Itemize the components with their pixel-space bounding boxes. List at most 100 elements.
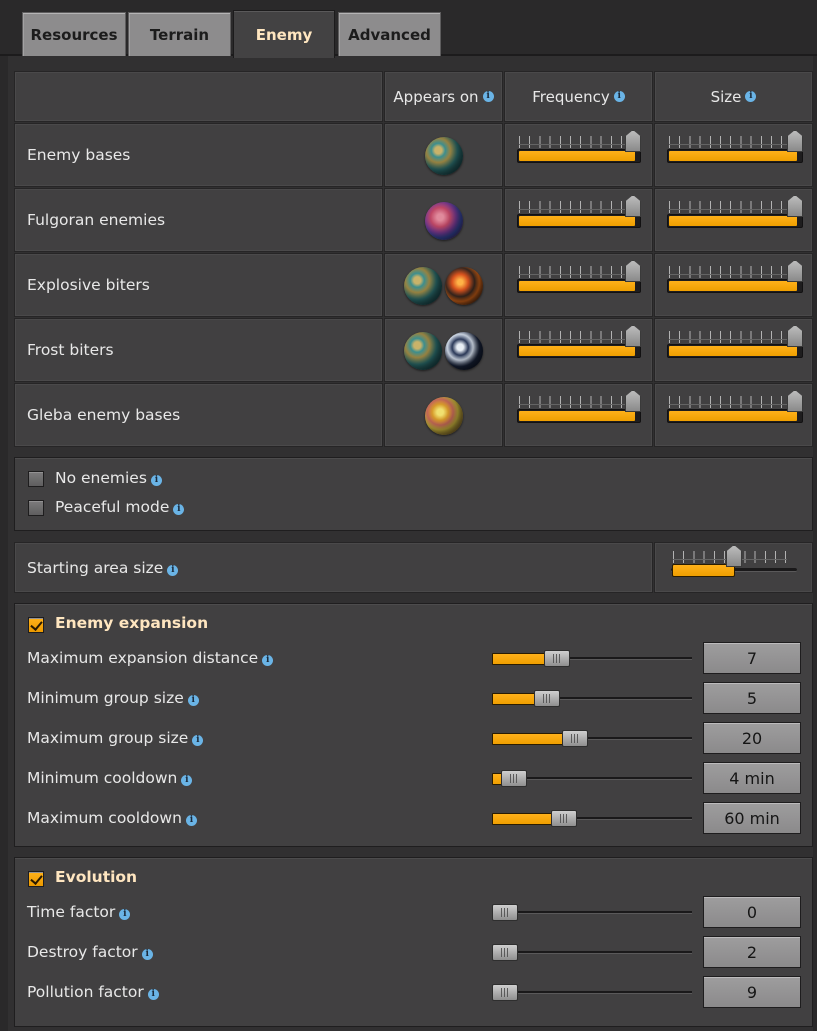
frequency-slider[interactable]: [517, 390, 641, 428]
no-enemies-label: No enemies i: [55, 469, 162, 487]
slider-knob[interactable]: [726, 545, 742, 567]
slider-knob[interactable]: [625, 130, 641, 152]
setting-label-text: Minimum cooldown: [27, 769, 178, 787]
destroy-factor-value[interactable]: 2: [703, 936, 801, 968]
slider-fill: [519, 346, 635, 356]
peaceful-mode-checkbox[interactable]: [28, 500, 44, 516]
setting-label: Maximum group size i: [27, 729, 204, 747]
slider-fill: [669, 346, 797, 356]
slider-knob[interactable]: [533, 690, 560, 707]
slider-fill: [519, 281, 635, 291]
starting-area-text: Starting area size: [27, 558, 164, 577]
setting-label-text: Maximum cooldown: [27, 809, 182, 827]
appears-on-cell: [384, 383, 503, 447]
size-slider[interactable]: [667, 390, 803, 428]
min-cooldown-slider[interactable]: [492, 770, 692, 788]
info-icon[interactable]: i: [187, 695, 199, 706]
info-icon[interactable]: i: [167, 564, 179, 576]
enemy-expansion-checkbox[interactable]: [28, 617, 44, 633]
pollution-factor-value[interactable]: 9: [703, 976, 801, 1008]
no-enemies-checkbox[interactable]: [28, 471, 44, 487]
size-slider[interactable]: [667, 195, 803, 233]
slider-knob[interactable]: [625, 260, 641, 282]
info-icon[interactable]: i: [173, 504, 185, 515]
nauvis-planet-icon: [404, 332, 442, 370]
info-icon[interactable]: i: [119, 909, 131, 920]
evolution-title: Evolution: [55, 868, 138, 886]
max-expansion-distance-value[interactable]: 7: [703, 642, 801, 674]
slider-ticks: [669, 331, 793, 343]
frequency-slider[interactable]: [517, 260, 641, 298]
setting-label-text: Maximum expansion distance: [27, 649, 259, 667]
header-frequency: Frequency i: [504, 71, 653, 122]
slider-ticks: [519, 331, 631, 343]
tab-enemy[interactable]: Enemy: [233, 10, 335, 58]
slider-knob[interactable]: [492, 944, 518, 961]
tab-advanced[interactable]: Advanced: [338, 12, 441, 56]
evolution-checkbox[interactable]: [28, 871, 44, 887]
slider-knob[interactable]: [492, 984, 518, 1001]
time-factor-value[interactable]: 0: [703, 896, 801, 928]
frequency-cell: [504, 318, 653, 382]
max-expansion-distance-slider[interactable]: [492, 650, 692, 668]
min-group-size-value[interactable]: 5: [703, 682, 801, 714]
header-appears-on-label: Appears on: [393, 87, 479, 106]
table-row: Fulgoran enemies: [14, 188, 383, 252]
tab-resources[interactable]: Resources: [22, 12, 126, 56]
info-icon[interactable]: i: [613, 91, 625, 102]
max-group-size-value[interactable]: 20: [703, 722, 801, 754]
size-slider[interactable]: [667, 130, 803, 168]
max-cooldown-slider[interactable]: [492, 810, 692, 828]
min-cooldown-value[interactable]: 4 min: [703, 762, 801, 794]
nauvis-planet-icon: [404, 267, 442, 305]
slider-knob[interactable]: [787, 260, 803, 282]
size-cell: [654, 123, 813, 187]
starting-area-slider[interactable]: [671, 545, 797, 583]
slider-knob[interactable]: [787, 390, 803, 412]
starting-area-label-cell: Starting area size i: [14, 542, 653, 593]
min-group-size-slider[interactable]: [492, 690, 692, 708]
info-icon[interactable]: i: [181, 775, 193, 786]
info-icon[interactable]: i: [192, 735, 204, 746]
destroy-factor-slider[interactable]: [492, 944, 692, 962]
row-label: Fulgoran enemies: [27, 211, 166, 229]
table-row: Enemy bases: [14, 123, 383, 187]
info-icon[interactable]: i: [141, 949, 153, 960]
max-group-size-slider[interactable]: [492, 730, 692, 748]
slider-knob[interactable]: [561, 730, 588, 747]
slider-knob[interactable]: [544, 650, 571, 667]
info-icon[interactable]: i: [482, 91, 494, 102]
slider-knob[interactable]: [625, 325, 641, 347]
slider-knob[interactable]: [787, 195, 803, 217]
slider-knob[interactable]: [551, 810, 578, 827]
info-icon[interactable]: i: [150, 475, 162, 486]
setting-label: Maximum cooldown i: [27, 809, 197, 827]
frequency-slider[interactable]: [517, 195, 641, 233]
max-cooldown-value[interactable]: 60 min: [703, 802, 801, 834]
slider-knob[interactable]: [492, 904, 518, 921]
frame-left-edge: [0, 56, 8, 1031]
slider-knob[interactable]: [625, 390, 641, 412]
info-icon[interactable]: i: [185, 815, 197, 826]
time-factor-slider[interactable]: [492, 904, 692, 922]
size-cell: [654, 253, 813, 317]
table-row: Frost biters: [14, 318, 383, 382]
info-icon[interactable]: i: [262, 655, 274, 666]
frame-right-edge: [813, 56, 817, 1031]
size-slider[interactable]: [667, 325, 803, 363]
size-slider[interactable]: [667, 260, 803, 298]
slider-knob[interactable]: [787, 130, 803, 152]
header-size: Size i: [654, 71, 813, 122]
slider-knob[interactable]: [787, 325, 803, 347]
frequency-slider[interactable]: [517, 325, 641, 363]
slider-knob[interactable]: [625, 195, 641, 217]
tab-terrain[interactable]: Terrain: [128, 12, 231, 56]
slider-fill: [669, 151, 797, 161]
frequency-slider[interactable]: [517, 130, 641, 168]
slider-knob[interactable]: [500, 770, 527, 787]
info-icon[interactable]: i: [745, 91, 757, 102]
frequency-cell: [504, 123, 653, 187]
tab-bar: Resources Terrain Enemy Advanced: [0, 0, 817, 58]
info-icon[interactable]: i: [147, 989, 159, 1000]
pollution-factor-slider[interactable]: [492, 984, 692, 1002]
